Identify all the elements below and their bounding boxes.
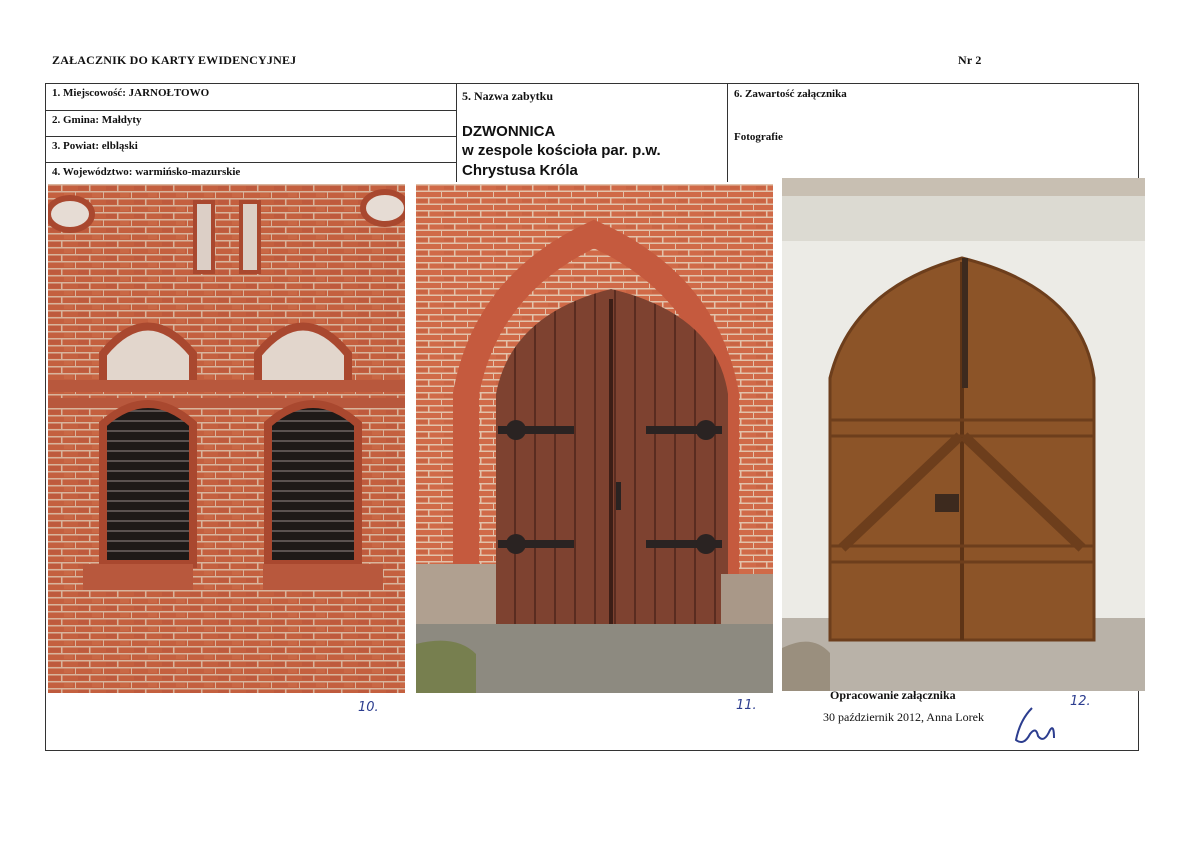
contents-label: 6. Zawartość załącznika [734,88,847,100]
monument-subtitle-2: Chrystusa Króla [462,162,578,179]
contents-value: Fotografie [734,131,783,143]
contents-cell: 6. Zawartość załącznika Fotografie [728,84,1138,182]
prepared-date-author: 30 październik 2012, Anna Lorek [823,710,984,724]
field-miejscowosc: 1. Miejscowość: JARNOŁTOWO [46,84,456,111]
photo-number-12: 12. [1070,694,1091,709]
monument-name-cell: 5. Nazwa zabytku DZWONNICA w zespole koś… [457,84,727,182]
document-number: Nr 2 [958,53,982,67]
photo-number-11: 11. [736,698,757,713]
field-wojewodztwo: 4. Województwo: warmińsko-mazurskie [52,166,241,178]
document-title: ZAŁACZNIK DO KARTY EWIDENCYJNEJ [52,53,297,67]
field-powiat: 3. Powiat: elbląski [46,137,456,163]
photo-brick-windows [48,184,405,693]
photo-number-10: 10. [358,700,379,715]
monument-name-label: 5. Nazwa zabytku [462,89,554,103]
photo-wooden-door [782,178,1145,691]
monument-subtitle-1: w zespole kościoła par. p.w. [462,142,661,159]
monument-name: DZWONNICA [462,123,556,140]
signature-icon [1014,707,1055,743]
field-gmina: 2. Gmina: Małdyty [46,111,456,137]
photo-gothic-door [416,184,773,693]
prepared-label: Opracowanie załącznika [830,688,956,702]
